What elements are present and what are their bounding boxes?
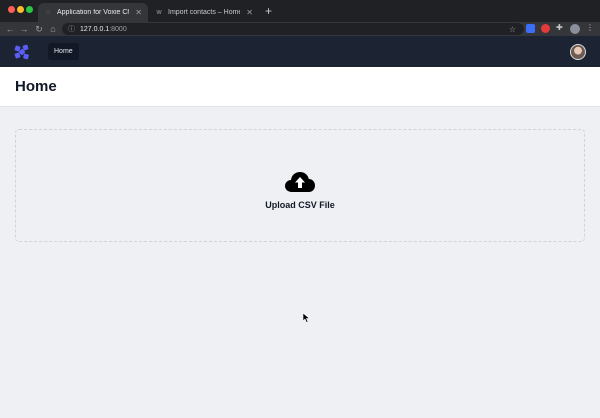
new-tab-button[interactable]: + bbox=[265, 4, 272, 18]
address-port: :8000 bbox=[109, 25, 127, 33]
window-maximize-button[interactable] bbox=[26, 6, 33, 13]
address-host: 127.0.0.1 bbox=[80, 25, 110, 33]
browser-tab-strip: ◌ Application for Voxie Chat ✕ w Import … bbox=[0, 0, 600, 22]
mouse-pointer-icon bbox=[303, 313, 311, 323]
voxie-logo-icon[interactable] bbox=[14, 44, 30, 60]
home-icon[interactable]: ⌂ bbox=[46, 22, 60, 36]
back-arrow-icon[interactable]: ← bbox=[3, 22, 17, 36]
close-icon[interactable]: ✕ bbox=[246, 8, 253, 17]
page-title: Home bbox=[15, 78, 57, 95]
avatar[interactable] bbox=[570, 44, 586, 60]
red-extension-icon[interactable] bbox=[541, 24, 550, 33]
reload-icon[interactable]: ↻ bbox=[32, 22, 46, 36]
w-favicon-icon: w bbox=[156, 9, 162, 16]
window-minimize-button[interactable] bbox=[17, 6, 24, 13]
upload-label: Upload CSV File bbox=[265, 199, 335, 210]
app-navbar: Home bbox=[0, 36, 600, 67]
shield-extension-icon[interactable] bbox=[526, 24, 535, 33]
tab-title: Import contacts – Home bbox=[168, 9, 241, 16]
window-close-button[interactable] bbox=[8, 6, 15, 13]
address-bar[interactable]: ⓘ 127.0.0.1 :8000 ☆ bbox=[62, 23, 524, 35]
nav-home-link[interactable]: Home bbox=[48, 43, 79, 60]
forward-arrow-icon[interactable]: → bbox=[17, 22, 31, 36]
browser-profile-avatar[interactable] bbox=[570, 24, 580, 34]
cloud-upload-icon bbox=[285, 171, 315, 192]
puzzle-icon[interactable]: ✚ bbox=[556, 23, 565, 32]
close-icon[interactable]: ✕ bbox=[135, 8, 142, 17]
loading-icon: ◌ bbox=[45, 9, 51, 16]
tab-title: Application for Voxie Chat bbox=[57, 9, 130, 16]
more-menu-icon[interactable]: ⋮ bbox=[586, 23, 594, 32]
browser-tab-active[interactable]: ◌ Application for Voxie Chat ✕ bbox=[38, 3, 148, 22]
star-icon[interactable]: ☆ bbox=[509, 25, 516, 34]
page-header: Home bbox=[0, 67, 600, 107]
browser-toolbar: ← → ↻ ⌂ ⓘ 127.0.0.1 :8000 ☆ ✚ ⋮ bbox=[0, 22, 600, 36]
browser-tab[interactable]: w Import contacts – Home ✕ bbox=[149, 3, 259, 22]
info-icon[interactable]: ⓘ bbox=[68, 24, 75, 34]
csv-upload-dropzone[interactable]: Upload CSV File bbox=[15, 129, 585, 242]
